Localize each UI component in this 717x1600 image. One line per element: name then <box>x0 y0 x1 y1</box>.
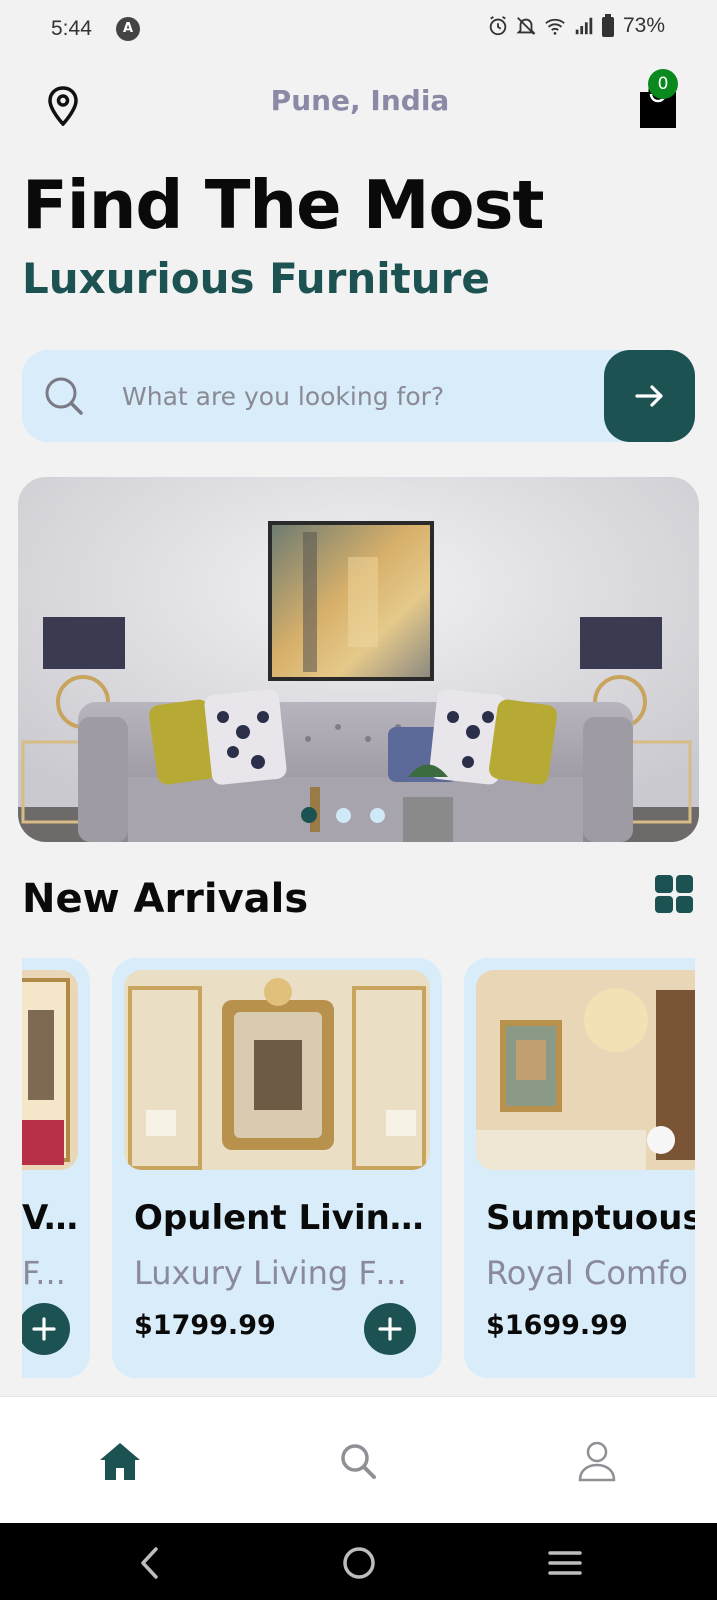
add-to-cart-button[interactable] <box>364 1303 416 1355</box>
status-icons: 73% <box>487 14 665 38</box>
bell-off-icon <box>516 17 536 35</box>
battery-percent: 73% <box>622 14 665 37</box>
product-subtitle: Royal Comfo <box>486 1254 688 1292</box>
product-price: $1699.99 <box>486 1310 628 1341</box>
search-submit-button[interactable] <box>604 350 695 442</box>
page-subheadline: Luxurious Furniture <box>22 254 490 303</box>
product-card[interactable]: V... F... <box>22 958 90 1378</box>
recents-icon[interactable] <box>543 1541 587 1585</box>
system-navigation-bar <box>0 1523 717 1600</box>
back-icon[interactable] <box>128 1541 172 1585</box>
product-card[interactable]: Opulent Livin... Luxury Living Fur... $1… <box>112 958 442 1378</box>
banner-pagination <box>301 807 385 823</box>
home-icon[interactable] <box>96 1437 144 1485</box>
banner-dot-2[interactable] <box>336 807 351 823</box>
product-price: $1799.99 <box>134 1310 276 1341</box>
living-room-sofa-photo <box>18 477 699 842</box>
status-bar: 5:44 A 73% <box>0 0 717 60</box>
plus-icon <box>378 1317 402 1341</box>
product-title: Opulent Livin... <box>134 1198 424 1238</box>
signal-icon <box>575 17 593 35</box>
search-bar <box>22 350 695 442</box>
alarm-icon <box>489 16 507 36</box>
user-icon[interactable] <box>573 1437 621 1485</box>
bottom-navigation <box>0 1396 717 1523</box>
app-notification-icon: A <box>116 17 140 41</box>
wifi-icon <box>545 18 565 35</box>
plus-icon <box>32 1317 56 1341</box>
featured-banner[interactable] <box>18 477 699 842</box>
search-input[interactable] <box>122 372 592 420</box>
battery-icon <box>601 14 614 37</box>
new-arrivals-title: New Arrivals <box>22 876 309 922</box>
banner-dot-1[interactable] <box>301 807 317 823</box>
page-headline: Find The Most <box>22 166 544 244</box>
map-pin-icon[interactable] <box>46 86 80 127</box>
status-time: 5:44 <box>51 17 92 40</box>
product-subtitle: F... <box>22 1254 66 1292</box>
gilded-room-photo <box>22 970 78 1170</box>
product-title: V... <box>22 1198 82 1238</box>
location-label[interactable]: Pune, India <box>180 84 540 117</box>
banner-dot-3[interactable] <box>370 807 385 823</box>
product-subtitle: Luxury Living Fur... <box>134 1254 424 1292</box>
product-title: Sumptuous <box>486 1198 695 1238</box>
new-arrivals-carousel[interactable]: V... F... Opulent Livin... Luxury Living… <box>22 958 695 1378</box>
search-icon <box>42 374 86 418</box>
add-to-cart-button[interactable] <box>22 1303 70 1355</box>
chandelier-salon-photo <box>476 970 695 1170</box>
grid-view-icon[interactable] <box>655 875 693 913</box>
home-circle-icon[interactable] <box>337 1541 381 1585</box>
search-icon[interactable] <box>334 1437 382 1485</box>
gold-mirror-panel-room-photo <box>124 970 430 1170</box>
cart-count-badge: 0 <box>648 69 678 99</box>
arrow-right-icon <box>634 385 663 407</box>
product-card[interactable]: Sumptuous Royal Comfo $1699.99 <box>464 958 695 1378</box>
